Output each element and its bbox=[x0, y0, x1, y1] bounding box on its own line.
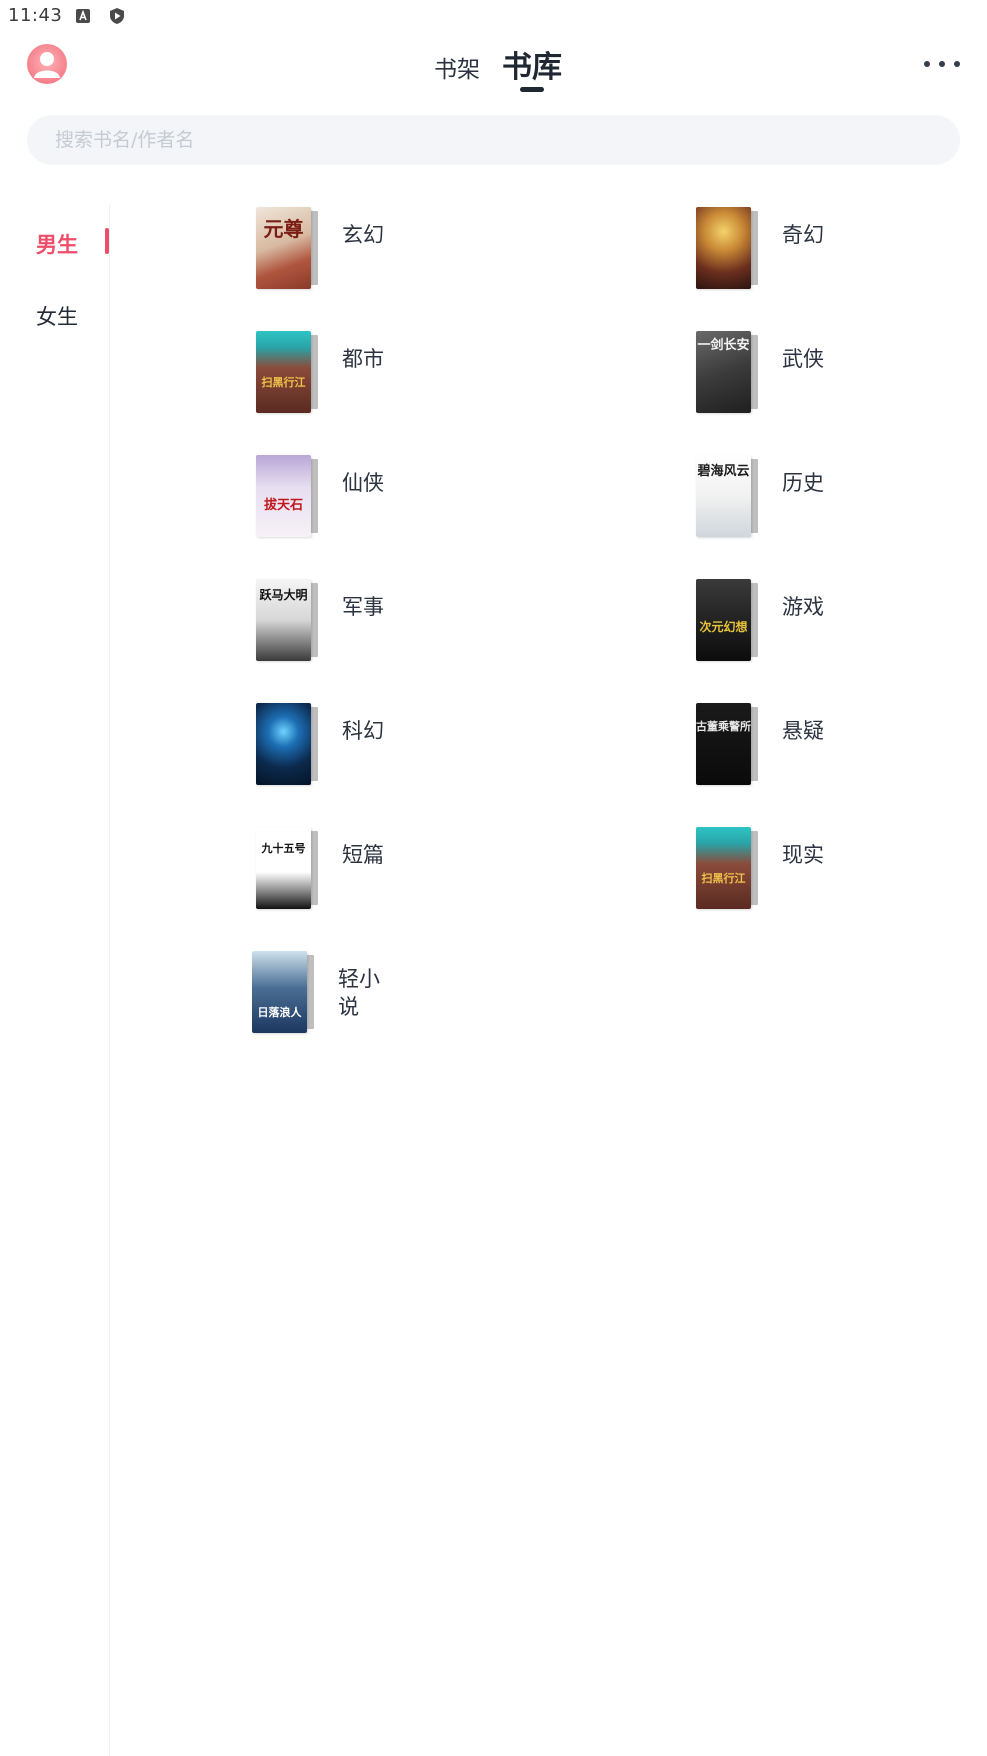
keyboard-a-icon bbox=[74, 7, 92, 25]
category-label: 武侠 bbox=[782, 347, 824, 371]
book-cover-stack: 碧海风云 bbox=[696, 455, 760, 539]
category-xianshi[interactable]: 扫黑行江 现实 bbox=[696, 827, 896, 917]
status-time: 11:43 bbox=[8, 5, 63, 26]
category-label: 悬疑 bbox=[782, 719, 824, 743]
book-cover: 九十五号 bbox=[256, 827, 311, 909]
sidebar-divider bbox=[109, 205, 110, 1756]
category-xuanhuan[interactable]: 元尊 玄幻 bbox=[256, 207, 456, 297]
book-cover-stack: 古董乘警所 bbox=[696, 703, 760, 787]
book-cover-stack: 一剑长安 bbox=[696, 331, 760, 415]
status-bar: 11:43 bbox=[0, 0, 987, 34]
category-label: 历史 bbox=[782, 471, 824, 495]
category-qihuan[interactable]: 奇幻 bbox=[696, 207, 896, 297]
book-cover: 一剑长安 bbox=[696, 331, 751, 413]
category-label: 轻小说 bbox=[338, 967, 380, 1019]
sidebar-item-male[interactable]: 男生 bbox=[36, 229, 78, 259]
book-cover-stack: 九十五号 bbox=[256, 827, 320, 911]
more-dots-icon[interactable] bbox=[924, 52, 960, 76]
book-cover-stack: 拔天石 bbox=[256, 455, 320, 539]
category-wuxia[interactable]: 一剑长安 武侠 bbox=[696, 331, 896, 421]
book-cover: 拔天石 bbox=[256, 455, 311, 537]
category-kehuan[interactable]: 科幻 bbox=[256, 703, 456, 793]
category-label: 仙侠 bbox=[342, 471, 384, 495]
tab-bookshelf[interactable]: 书架 bbox=[434, 50, 480, 84]
user-avatar-icon[interactable] bbox=[27, 44, 67, 84]
book-cover-stack: 日落浪人 bbox=[252, 951, 316, 1035]
category-label: 军事 bbox=[342, 595, 384, 619]
category-xuanyi[interactable]: 古董乘警所 悬疑 bbox=[696, 703, 896, 793]
sidebar-active-indicator bbox=[105, 228, 109, 254]
category-lishi[interactable]: 碧海风云 历史 bbox=[696, 455, 896, 545]
book-cover: 碧海风云 bbox=[696, 455, 751, 537]
category-label: 短篇 bbox=[342, 843, 384, 867]
book-cover-stack bbox=[696, 207, 760, 291]
book-cover: 扫黑行江 bbox=[696, 827, 751, 909]
book-cover-stack: 次元幻想 bbox=[696, 579, 760, 663]
book-cover-stack bbox=[256, 703, 320, 787]
category-label: 游戏 bbox=[782, 595, 824, 619]
category-qingxiaoshuo[interactable]: 日落浪人 轻小说 bbox=[252, 951, 452, 1041]
book-cover-stack: 扫黑行江 bbox=[256, 331, 320, 415]
tab-library[interactable]: 书库 bbox=[502, 42, 562, 86]
sidebar-item-female[interactable]: 女生 bbox=[36, 301, 78, 331]
book-cover: 日落浪人 bbox=[252, 951, 307, 1033]
book-cover-stack: 跃马大明 bbox=[256, 579, 320, 663]
category-youxi[interactable]: 次元幻想 游戏 bbox=[696, 579, 896, 669]
book-cover: 元尊 bbox=[256, 207, 311, 289]
book-cover: 跃马大明 bbox=[256, 579, 311, 661]
search-bar[interactable] bbox=[27, 115, 960, 165]
book-library-screen: 11:43 书架 书库 男生 女生 bbox=[0, 0, 987, 1756]
book-cover-stack: 元尊 bbox=[256, 207, 320, 291]
play-shield-icon bbox=[108, 7, 126, 25]
category-label: 奇幻 bbox=[782, 223, 824, 247]
search-input[interactable] bbox=[27, 115, 960, 165]
category-label: 科幻 bbox=[342, 719, 384, 743]
category-dushi[interactable]: 扫黑行江 都市 bbox=[256, 331, 456, 421]
active-tab-indicator bbox=[520, 87, 544, 92]
category-label: 都市 bbox=[342, 347, 384, 371]
book-cover: 次元幻想 bbox=[696, 579, 751, 661]
book-cover-stack: 扫黑行江 bbox=[696, 827, 760, 911]
category-duanpian[interactable]: 九十五号 短篇 bbox=[256, 827, 456, 917]
book-cover: 扫黑行江 bbox=[256, 331, 311, 413]
top-header: 书架 书库 bbox=[0, 36, 987, 102]
category-label: 现实 bbox=[782, 843, 824, 867]
book-cover bbox=[256, 703, 311, 785]
book-cover bbox=[696, 207, 751, 289]
category-label: 玄幻 bbox=[342, 223, 384, 247]
category-xianxia[interactable]: 拔天石 仙侠 bbox=[256, 455, 456, 545]
book-cover: 古董乘警所 bbox=[696, 703, 751, 785]
category-junshi[interactable]: 跃马大明 军事 bbox=[256, 579, 456, 669]
